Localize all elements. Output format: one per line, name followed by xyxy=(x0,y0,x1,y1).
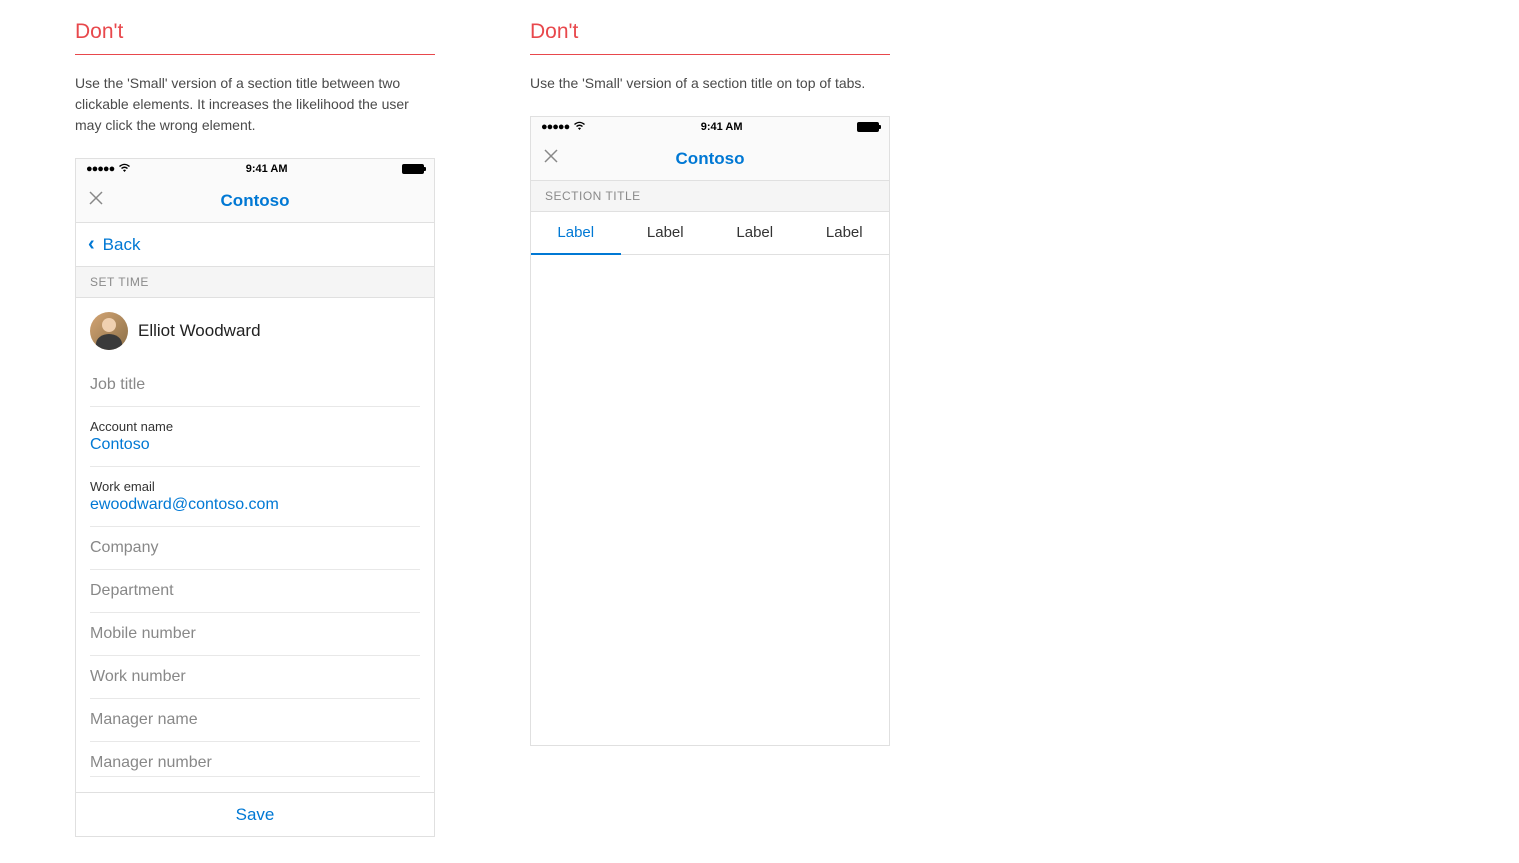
back-label: Back xyxy=(103,235,141,255)
nav-title: Contoso xyxy=(676,149,745,169)
status-time: 9:41 AM xyxy=(701,121,743,133)
job-title-field[interactable]: Job title xyxy=(90,364,420,407)
tab-1[interactable]: Label xyxy=(531,212,621,255)
work-number-field[interactable]: Work number xyxy=(90,656,420,699)
tab-2[interactable]: Label xyxy=(621,212,711,254)
nav-bar: Contoso xyxy=(76,179,434,223)
battery-icon xyxy=(402,164,424,174)
dont-header-2: Don't xyxy=(530,20,890,55)
description-1: Use the 'Small' version of a section tit… xyxy=(75,73,435,136)
account-name-label: Account name xyxy=(90,419,420,434)
manager-number-placeholder: Manager number xyxy=(90,754,420,772)
battery-icon xyxy=(857,122,879,132)
nav-title: Contoso xyxy=(221,191,290,211)
work-email-value: ewoodward@contoso.com xyxy=(90,496,420,514)
status-left: ●●●●● xyxy=(86,163,131,176)
form-fields: Job title Account name Contoso Work emai… xyxy=(76,364,434,777)
contact-name: Elliot Woodward xyxy=(138,321,261,341)
signal-icon: ●●●●● xyxy=(541,121,569,133)
work-email-field[interactable]: Work email ewoodward@contoso.com xyxy=(90,467,420,527)
dont-header-1: Don't xyxy=(75,20,435,55)
tabs-row: Label Label Label Label xyxy=(531,212,889,255)
manager-name-field[interactable]: Manager name xyxy=(90,699,420,742)
tab-3[interactable]: Label xyxy=(710,212,800,254)
avatar xyxy=(90,312,128,350)
manager-name-placeholder: Manager name xyxy=(90,711,420,729)
job-title-placeholder: Job title xyxy=(90,376,420,394)
company-placeholder: Company xyxy=(90,539,420,557)
mobile-number-field[interactable]: Mobile number xyxy=(90,613,420,656)
department-field[interactable]: Department xyxy=(90,570,420,613)
status-bar: ●●●●● 9:41 AM xyxy=(531,117,889,137)
empty-content xyxy=(531,255,889,745)
status-time: 9:41 AM xyxy=(246,163,288,175)
account-name-field[interactable]: Account name Contoso xyxy=(90,407,420,467)
manager-number-field[interactable]: Manager number xyxy=(90,742,420,777)
section-title-set-time: SET TIME xyxy=(76,267,434,298)
contact-row[interactable]: Elliot Woodward xyxy=(76,298,434,364)
status-bar: ●●●●● 9:41 AM xyxy=(76,159,434,179)
example-dont-1: Don't Use the 'Small' version of a secti… xyxy=(75,20,435,837)
account-name-value: Contoso xyxy=(90,436,420,454)
save-bar: Save xyxy=(76,792,434,836)
section-title-generic: SECTION TITLE xyxy=(531,181,889,212)
close-icon[interactable] xyxy=(88,190,104,211)
back-button[interactable]: ‹ Back xyxy=(76,223,434,267)
status-left: ●●●●● xyxy=(541,121,586,134)
wifi-icon xyxy=(118,163,131,176)
phone-mock-1: ●●●●● 9:41 AM Contoso ‹ Back SET TIME xyxy=(75,158,435,837)
work-number-placeholder: Work number xyxy=(90,668,420,686)
phone-mock-2: ●●●●● 9:41 AM Contoso SECTION TITLE Labe… xyxy=(530,116,890,746)
form-scroll: Elliot Woodward Job title Account name C… xyxy=(76,298,434,792)
signal-icon: ●●●●● xyxy=(86,163,114,175)
chevron-left-icon: ‹ xyxy=(88,233,95,256)
close-icon[interactable] xyxy=(543,148,559,169)
mobile-number-placeholder: Mobile number xyxy=(90,625,420,643)
save-button[interactable]: Save xyxy=(236,805,275,825)
work-email-label: Work email xyxy=(90,479,420,494)
tab-4[interactable]: Label xyxy=(800,212,890,254)
nav-bar: Contoso xyxy=(531,137,889,181)
description-2: Use the 'Small' version of a section tit… xyxy=(530,73,890,94)
department-placeholder: Department xyxy=(90,582,420,600)
wifi-icon xyxy=(573,121,586,134)
example-dont-2: Don't Use the 'Small' version of a secti… xyxy=(530,20,890,837)
company-field[interactable]: Company xyxy=(90,527,420,570)
